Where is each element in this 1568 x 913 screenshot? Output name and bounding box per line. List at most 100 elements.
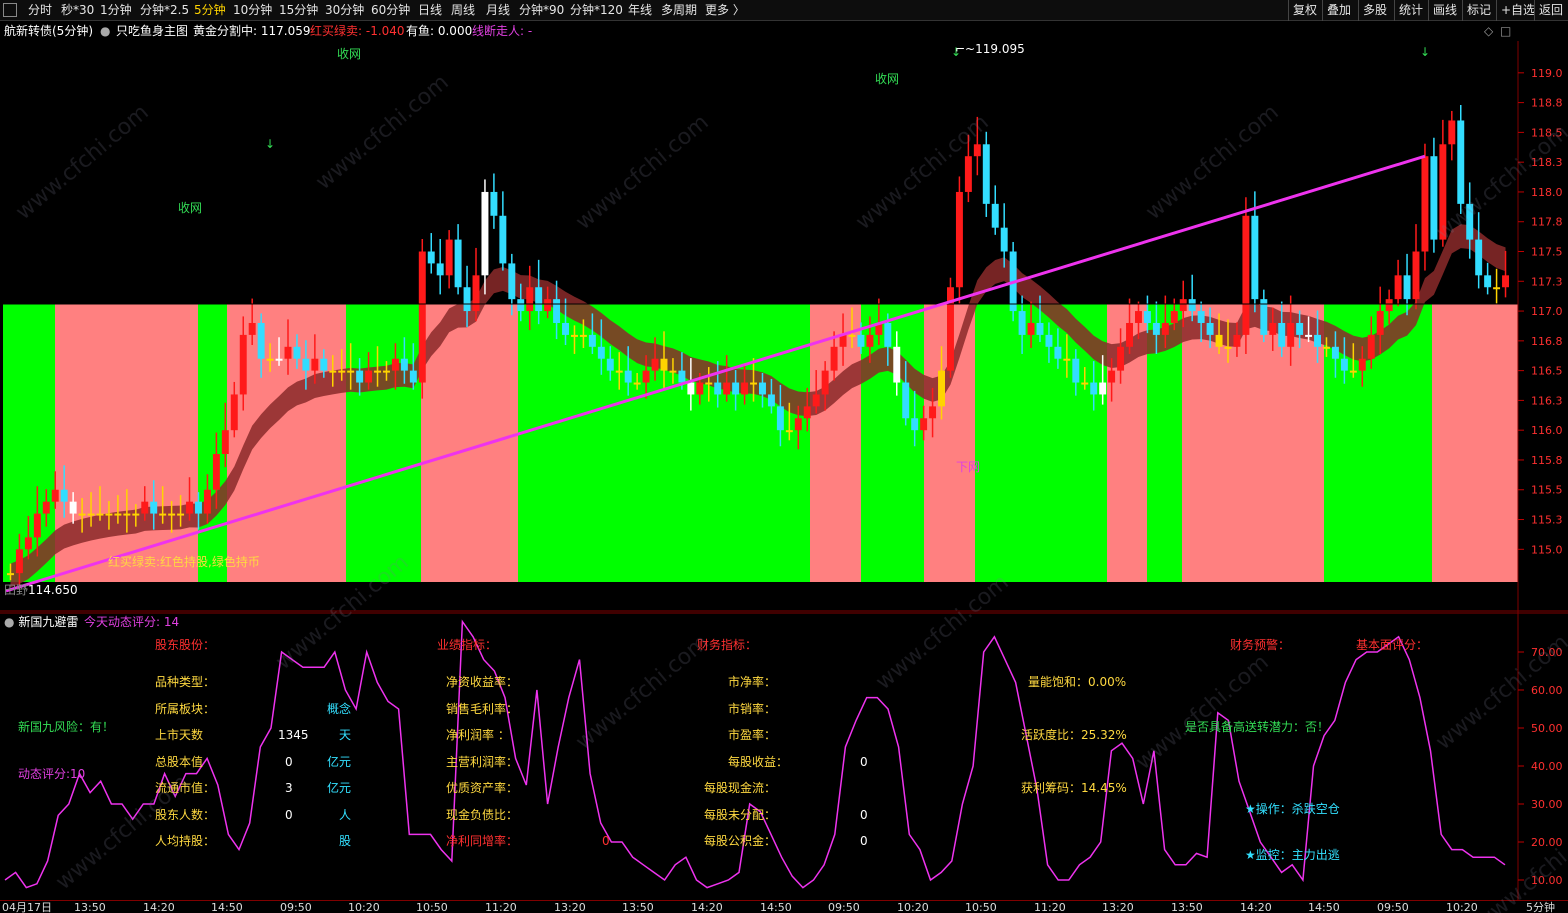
col1-value-3: 0 [285, 755, 293, 769]
candle [1439, 119, 1447, 247]
price-tick: 118.0 [1531, 186, 1563, 199]
square-icon[interactable]: □ [1500, 21, 1511, 41]
today-score: 今天动态评分: 14 [84, 615, 180, 629]
period-tab-13[interactable]: 分钟*120 [570, 0, 623, 21]
toolbar-right-5[interactable]: 标记 [1462, 0, 1495, 21]
shouwang-label-3: 收网 [178, 201, 203, 215]
score-tick: 50.00 [1531, 722, 1563, 735]
time-tick-15: 11:20 [1034, 901, 1066, 913]
toolbar-right-3[interactable]: 统计 [1394, 0, 1427, 21]
indicator-panel-title[interactable]: ● 新国九避雷 [4, 615, 78, 629]
period-tab-5[interactable]: 10分钟 [233, 0, 272, 21]
candle [1394, 259, 1402, 307]
monitor-label: ★监控：主力出逃 [1245, 848, 1340, 862]
activity-ratio: 活跃度比：25.32% [1021, 728, 1127, 742]
finance-section: 财务指标： [697, 638, 758, 652]
time-tick-6: 10:50 [416, 901, 448, 913]
price-tick: 116.0 [1531, 424, 1563, 437]
candle [964, 134, 972, 203]
score-tick: 20.00 [1531, 836, 1563, 849]
time-tick-1: 13:50 [74, 901, 106, 913]
score-tick: 10.00 [1531, 874, 1563, 887]
price-tick: 116.8 [1531, 335, 1563, 348]
time-tick-2: 14:20 [143, 901, 175, 913]
candle [1421, 143, 1429, 271]
period-tab-11[interactable]: 月线 [486, 0, 510, 21]
candle [991, 185, 999, 235]
high-send-label: 是否具备高送转潜力：否！ [1185, 720, 1330, 734]
score-tick: 70.00 [1531, 646, 1563, 659]
col1-unit-5: 人 [339, 808, 352, 822]
time-tick-5: 10:20 [348, 901, 380, 913]
price-tick: 115.5 [1531, 484, 1563, 497]
period-tab-9[interactable]: 日线 [418, 0, 442, 21]
col2-value-6: 0 [602, 834, 610, 848]
period-tab-1[interactable]: 秒*30 [61, 0, 94, 21]
col3-label-4: 每股现金流： [704, 781, 777, 795]
candle [1000, 203, 1008, 268]
period-tab-14[interactable]: 年线 [628, 0, 652, 21]
candle [427, 233, 435, 274]
period-tab-16[interactable]: 更多 〉 [705, 0, 745, 21]
candle [1412, 224, 1420, 310]
col2-label-3: 主营利润率： [446, 755, 519, 769]
period-tab-12[interactable]: 分钟*90 [519, 0, 564, 21]
price-tick: 115.8 [1531, 454, 1563, 467]
price-tick: 116.3 [1531, 394, 1563, 407]
period-tab-6[interactable]: 15分钟 [279, 0, 318, 21]
col1-label-3: 总股本值 [155, 755, 204, 769]
period-tab-15[interactable]: 多周期 [661, 0, 697, 21]
period-tab-4[interactable]: 5分钟 [194, 0, 226, 21]
main-price-chart[interactable]: 119.0 118.8 118.5 118.3 118.0 117.8 117.5 117.3… [0, 41, 1568, 612]
col1-unit-6: 股 [339, 834, 352, 848]
security-title[interactable]: 航新转债(5分钟) [4, 21, 93, 41]
shouwang-label-1: 收网 [337, 47, 362, 61]
low-price-label: 田野114.650 [4, 583, 78, 597]
down-arrow-icon-3: ↓ [1420, 45, 1431, 59]
col3-value-6: 0 [860, 834, 868, 848]
period-tab-0[interactable]: 分时 [28, 0, 52, 21]
time-tick-19: 14:50 [1308, 901, 1340, 913]
toolbar-right-0[interactable]: 复权 [1288, 0, 1321, 21]
period-tab-8[interactable]: 60分钟 [371, 0, 410, 21]
period-tab-7[interactable]: 30分钟 [325, 0, 364, 21]
toolbar-right-6[interactable]: +自选 [1496, 0, 1539, 21]
volume-saturation: 量能饱和：0.00% [1028, 675, 1127, 689]
window-menu-icon[interactable] [3, 3, 17, 17]
col3-label-3: 每股收益： [728, 755, 789, 769]
col3-label-2: 市盈率： [728, 728, 777, 742]
time-tick-11: 14:50 [760, 901, 792, 913]
candle [1430, 137, 1438, 253]
col2-label-6: 净利同增率： [446, 834, 519, 848]
risk-label: 新国九风险：有！ [18, 720, 115, 734]
price-tick: 119.0 [1531, 67, 1563, 80]
col1-label-2: 上市天数 [155, 728, 204, 742]
period-tab-3[interactable]: 分钟*2.5 [140, 0, 189, 21]
zone-pink [1432, 304, 1518, 582]
col1-unit-2: 天 [339, 728, 352, 742]
time-tick-18: 14:20 [1240, 901, 1272, 913]
time-tick-12: 09:50 [828, 901, 860, 913]
candle [418, 238, 426, 399]
col1-value-2: 1345 [278, 728, 309, 742]
candle [1260, 289, 1268, 343]
indicator-name[interactable]: 只吃鱼身主图 [116, 21, 188, 41]
indicator-dropdown-icon[interactable]: ● [100, 21, 110, 41]
holder-section: 股东股份： [155, 638, 216, 652]
period-tab-2[interactable]: 1分钟 [100, 0, 132, 21]
time-tick-8: 13:20 [554, 901, 586, 913]
candle [454, 224, 462, 295]
period-tab-10[interactable]: 周线 [451, 0, 475, 21]
diamond-icon[interactable]: ◇ [1484, 21, 1493, 41]
time-axis: 04月17日 13:50 14:20 14:50 09:50 10:20 10:50 11:2… [0, 900, 1568, 913]
score-tick: 40.00 [1531, 760, 1563, 773]
candle [1493, 268, 1501, 304]
zone-green [346, 304, 421, 582]
toolbar-right-1[interactable]: 叠加 [1322, 0, 1355, 21]
col3-label-1: 市销率： [728, 702, 777, 716]
toolbar-right-7[interactable]: 返回 [1534, 0, 1567, 21]
col3-label-5: 每股未分配： [704, 808, 777, 822]
candle [973, 116, 981, 176]
toolbar-right-4[interactable]: 画线 [1428, 0, 1461, 21]
toolbar-right-2[interactable]: 多股 [1358, 0, 1391, 21]
